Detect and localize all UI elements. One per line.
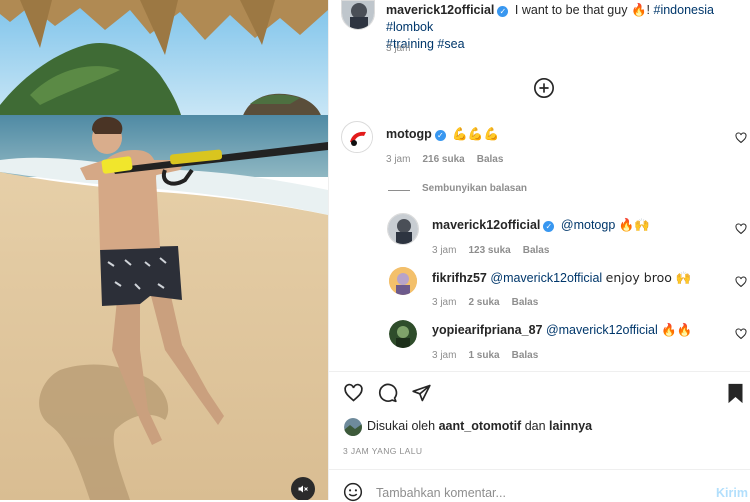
liked-by-prefix: Disukai oleh bbox=[367, 419, 436, 433]
caption-meta: 3 jam bbox=[386, 43, 410, 54]
mute-toggle-button[interactable] bbox=[291, 477, 315, 500]
comment-like-heart-icon[interactable] bbox=[735, 132, 747, 144]
reply-mention[interactable]: @maverick12official bbox=[490, 271, 602, 285]
hide-replies-line bbox=[388, 190, 410, 191]
reply-likes[interactable]: 1 suka bbox=[468, 350, 499, 361]
reply-like-heart-icon[interactable] bbox=[735, 223, 747, 235]
comment-text: 💪💪💪 bbox=[452, 126, 500, 141]
reply-1: maverick12official ✓ @motogp 🔥🙌 bbox=[432, 216, 650, 234]
caption-time: 3 jam bbox=[386, 43, 411, 54]
reply-text: enjoy broo 🙌 bbox=[605, 270, 692, 285]
comment-reply-button[interactable]: Balas bbox=[477, 154, 504, 165]
reply-likes[interactable]: 2 suka bbox=[468, 297, 499, 308]
send-comment-button[interactable]: Kirim bbox=[716, 486, 748, 500]
reply-meta: 3 jam 2 suka Balas bbox=[432, 297, 538, 308]
reply-reply-button[interactable]: Balas bbox=[512, 350, 539, 361]
verified-badge-icon: ✓ bbox=[497, 6, 509, 17]
section-divider bbox=[328, 371, 750, 372]
liked-by-text: Disukai oleh aant_otomotif dan lainnya bbox=[367, 419, 592, 433]
liked-by-middle: dan bbox=[524, 419, 546, 433]
reply-avatar-image bbox=[389, 267, 417, 295]
plus-circle-icon[interactable] bbox=[533, 77, 555, 99]
liker-avatar[interactable] bbox=[344, 418, 362, 436]
liked-by-user[interactable]: aant_otomotif bbox=[439, 419, 522, 433]
liked-by-others[interactable]: lainnya bbox=[549, 419, 592, 433]
comment-avatar-motogp[interactable] bbox=[341, 121, 373, 153]
reply-reply-button[interactable]: Balas bbox=[523, 245, 550, 256]
bookmark-icon[interactable] bbox=[726, 383, 745, 404]
reply-avatar-maverick[interactable] bbox=[387, 213, 419, 245]
send-icon[interactable] bbox=[411, 383, 432, 403]
reply-user[interactable]: fikrifhz57 bbox=[432, 271, 487, 285]
verified-badge-icon: ✓ bbox=[543, 221, 555, 232]
reply-mention[interactable]: @maverick12official bbox=[546, 323, 658, 337]
comment-user[interactable]: motogp bbox=[386, 127, 432, 141]
reply-likes[interactable]: 123 suka bbox=[468, 245, 510, 256]
comment-motogp: motogp ✓ 💪💪💪 bbox=[386, 125, 499, 143]
comment-time: 3 jam bbox=[386, 154, 411, 165]
caption-text: I want to be that guy bbox=[514, 3, 628, 17]
reply-time: 3 jam bbox=[432, 297, 457, 308]
post-caption: maverick12official ✓ I want to be that gu… bbox=[386, 1, 746, 53]
reply-2: fikrifhz57 @maverick12official enjoy bro… bbox=[432, 269, 691, 287]
comment-meta: 3 jam 216 suka Balas bbox=[386, 154, 503, 165]
reply-time: 3 jam bbox=[432, 245, 457, 256]
comment-likes[interactable]: 216 suka bbox=[422, 154, 464, 165]
reply-meta: 3 jam 123 suka Balas bbox=[432, 245, 549, 256]
reply-time: 3 jam bbox=[432, 350, 457, 361]
reply-like-heart-icon[interactable] bbox=[735, 276, 747, 288]
posted-ago: 3 JAM YANG LALU bbox=[343, 446, 423, 456]
reply-avatar-yopiearifpriana[interactable] bbox=[389, 320, 417, 348]
muted-speaker-icon bbox=[298, 485, 308, 493]
caption-tail: ! bbox=[646, 3, 651, 17]
reply-text: 🔥🔥 bbox=[661, 322, 693, 337]
hide-replies-button[interactable]: Sembunyikan balasan bbox=[422, 183, 527, 194]
emoji-icon[interactable] bbox=[343, 482, 363, 502]
reply-avatar-image bbox=[389, 320, 417, 348]
comment-input[interactable]: Tambahkan komentar... bbox=[376, 486, 506, 500]
verified-badge-icon: ✓ bbox=[434, 130, 446, 141]
heart-icon[interactable] bbox=[343, 383, 364, 403]
caption-emoji: 🔥 bbox=[630, 2, 647, 17]
reply-reply-button[interactable]: Balas bbox=[512, 297, 539, 308]
reply-text: 🔥🙌 bbox=[618, 217, 650, 232]
comment-icon[interactable] bbox=[377, 383, 398, 403]
beach-scene-image bbox=[0, 0, 328, 500]
reply-mention[interactable]: @motogp bbox=[561, 218, 615, 232]
reply-meta: 3 jam 1 suka Balas bbox=[432, 350, 538, 361]
reply-user[interactable]: yopiearifpriana_87 bbox=[432, 323, 542, 337]
reply-avatar-fikrifhz57[interactable] bbox=[389, 267, 417, 295]
liker-avatar-image bbox=[344, 418, 362, 436]
reply-user[interactable]: maverick12official bbox=[432, 218, 540, 232]
post-video[interactable] bbox=[0, 0, 328, 500]
reply-3: yopiearifpriana_87 @maverick12official 🔥… bbox=[432, 321, 692, 339]
reply-like-heart-icon[interactable] bbox=[735, 328, 747, 340]
section-divider bbox=[328, 469, 750, 470]
caption-author[interactable]: maverick12official bbox=[386, 3, 494, 17]
